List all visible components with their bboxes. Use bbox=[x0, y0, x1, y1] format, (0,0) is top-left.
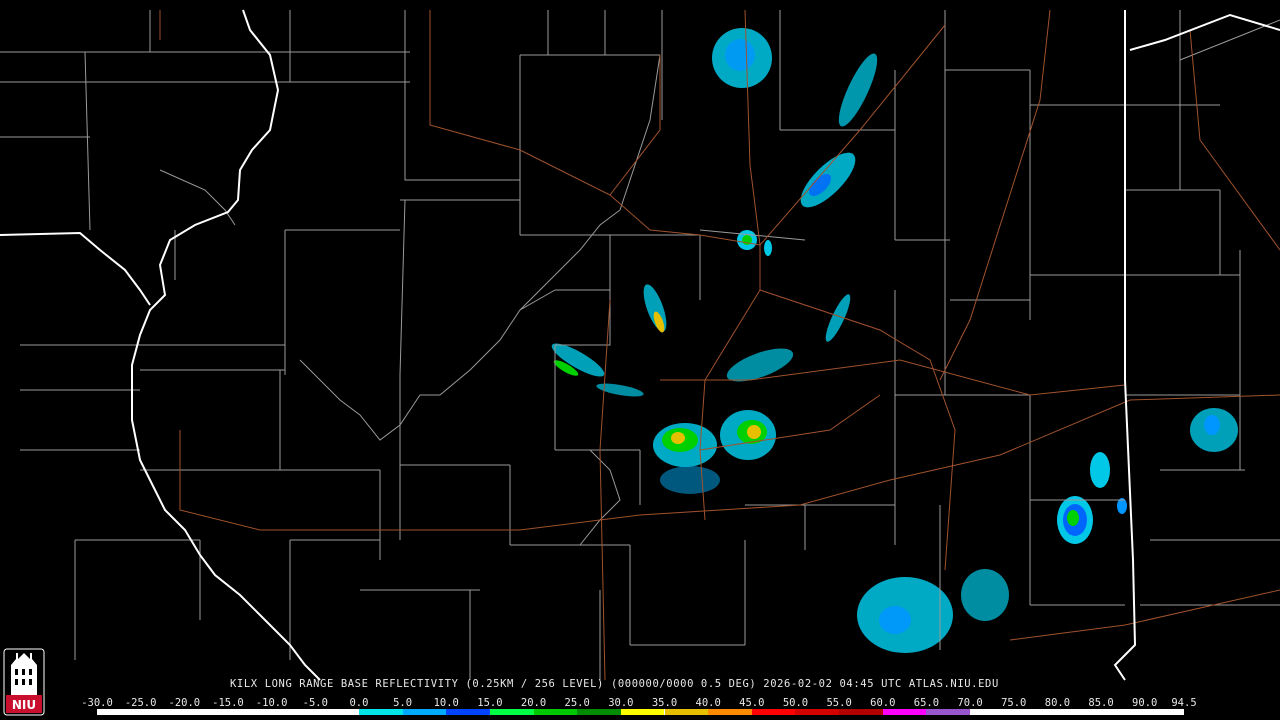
scale-label: 75.0 bbox=[1001, 697, 1027, 709]
color-scale-bar bbox=[97, 709, 1184, 715]
scale-color-segment bbox=[620, 709, 665, 715]
caption-site: ATLAS.NIU.EDU bbox=[908, 678, 999, 690]
scale-color-segment bbox=[839, 709, 883, 715]
scale-label: 90.0 bbox=[1132, 697, 1158, 709]
echo-southeast-peak bbox=[747, 425, 761, 439]
caption-time: 04:45 bbox=[839, 678, 875, 690]
scale-label: 80.0 bbox=[1044, 697, 1071, 709]
map-background bbox=[0, 0, 1280, 720]
echo-south-region-core bbox=[879, 606, 911, 634]
caption-timezone: UTC bbox=[881, 678, 902, 690]
scale-color-segment bbox=[926, 709, 971, 715]
echo-south-ring bbox=[660, 466, 720, 494]
color-scale-labels: -30.0 -25.0 -20.0 -15.0 -10.0 -5.0 0.0 5.0 10.0 1… bbox=[81, 697, 1197, 709]
scale-label: 60.0 bbox=[870, 697, 896, 709]
scale-color-segment bbox=[795, 709, 840, 715]
product-caption: KILX LONG RANGE BASE REFLECTIVITY (0.25KM … bbox=[230, 678, 1230, 692]
scale-color-segment bbox=[882, 709, 927, 715]
scale-label: -30.0 bbox=[81, 697, 113, 709]
scale-label: 94.5 bbox=[1171, 697, 1197, 709]
scale-label: 70.0 bbox=[957, 697, 983, 709]
scale-color-segment bbox=[446, 709, 490, 715]
scale-color-segment bbox=[708, 709, 752, 715]
scale-label: 0.0 bbox=[349, 697, 369, 709]
echo-east-cell-2 bbox=[1090, 452, 1110, 488]
scale-label: 25.0 bbox=[564, 697, 590, 709]
scale-color-segment bbox=[358, 709, 403, 715]
echo-south-region-2 bbox=[961, 569, 1009, 621]
scale-label: -20.0 bbox=[168, 697, 201, 709]
echo-east-cell-core bbox=[1067, 510, 1079, 526]
echo-small-cell-2 bbox=[764, 240, 772, 256]
caption-resolution: (0.25KM / 256 LEVEL) bbox=[465, 678, 604, 690]
scale-label: -10.0 bbox=[255, 697, 288, 709]
scale-color-segment bbox=[1057, 709, 1184, 715]
scale-label: 20.0 bbox=[520, 697, 547, 709]
scale-label: 85.0 bbox=[1088, 697, 1114, 709]
niu-logo: NIU bbox=[3, 648, 45, 716]
scale-color-segment bbox=[664, 709, 709, 715]
scale-color-segment bbox=[533, 709, 578, 715]
caption-radar: KILX bbox=[230, 678, 258, 690]
scale-label: 65.0 bbox=[913, 697, 940, 709]
scale-label: -5.0 bbox=[302, 697, 328, 709]
caption-date: 2026-02-02 bbox=[763, 678, 833, 690]
scale-label: -15.0 bbox=[212, 697, 244, 709]
scale-color-segment bbox=[402, 709, 447, 715]
scale-label: 55.0 bbox=[826, 697, 852, 709]
logo-text: NIU bbox=[12, 698, 36, 712]
radar-display: NIU KILX LONG RANGE BASE REFLECTIVITY (0.2… bbox=[0, 0, 1280, 720]
echo-far-east-core bbox=[1204, 415, 1220, 435]
caption-product: LONG RANGE BASE REFLECTIVITY bbox=[264, 678, 459, 690]
scale-color-segment bbox=[489, 709, 534, 715]
scale-color-segment bbox=[577, 709, 621, 715]
scale-label: 30.0 bbox=[608, 697, 634, 709]
scale-label: 15.0 bbox=[477, 697, 503, 709]
scale-label: 5.0 bbox=[393, 697, 413, 709]
echo-south-peak bbox=[671, 432, 685, 444]
scale-label: 10.0 bbox=[433, 697, 459, 709]
scale-label: 50.0 bbox=[782, 697, 809, 709]
scale-label: 45.0 bbox=[739, 697, 765, 709]
scale-label: -25.0 bbox=[124, 697, 157, 709]
radar-map bbox=[0, 0, 1280, 720]
scale-color-segment bbox=[97, 709, 359, 715]
scale-color-segment bbox=[970, 709, 1058, 715]
scale-label: 40.0 bbox=[695, 697, 721, 709]
scale-color-segment bbox=[751, 709, 796, 715]
echo-north-core bbox=[725, 39, 755, 71]
caption-volume: (000000/0000 0.5 DEG) bbox=[610, 678, 757, 690]
scale-label: 35.0 bbox=[651, 697, 678, 709]
